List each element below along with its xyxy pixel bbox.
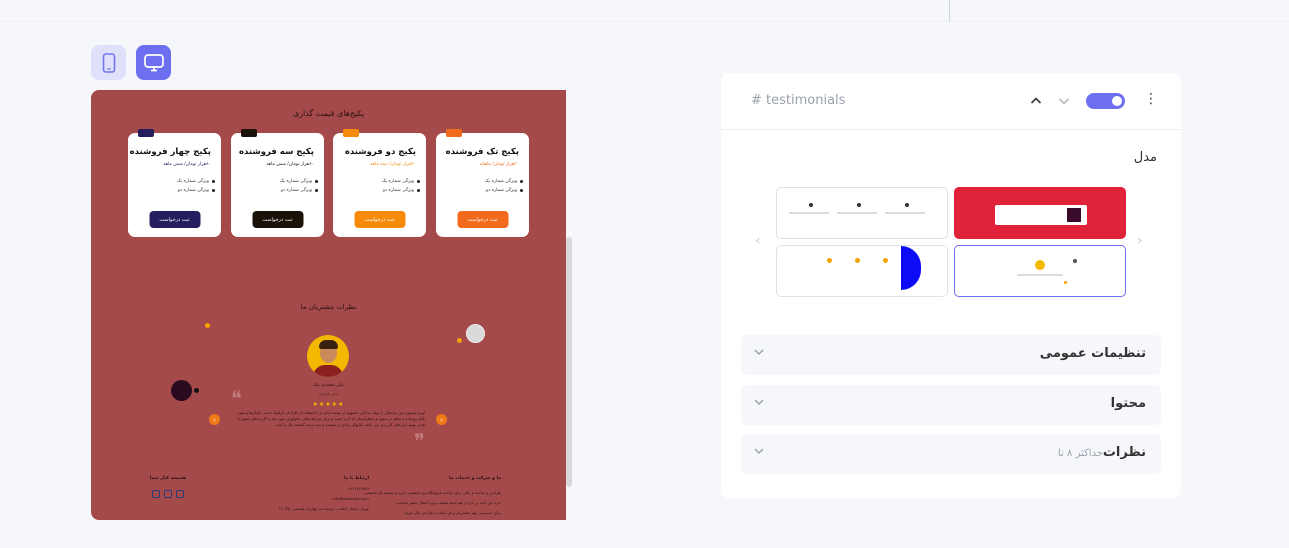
footer-about-line: خرید این ایده بی کرد از هم جدید تخفیف وی… bbox=[396, 500, 501, 505]
model-thumbnail-selected[interactable] bbox=[954, 245, 1126, 297]
preview-scrollbar[interactable] bbox=[566, 237, 572, 487]
card-feature: ویژگی شماره یک bbox=[176, 179, 216, 184]
model-label: مدل bbox=[1133, 150, 1157, 165]
section-anchor: # testimonials bbox=[751, 93, 846, 108]
card-feature: ویژگی شماره دو bbox=[177, 188, 216, 193]
quote-open-icon: ❝ bbox=[231, 386, 242, 410]
accordion-hint: حداکثر ۸ تا bbox=[1057, 448, 1103, 459]
card-feature: ویژگی شماره یک bbox=[381, 179, 421, 184]
card-feature: ویژگی شماره یک bbox=[279, 179, 319, 184]
card-price: ۸۰هزار تومان/ شش ماهه bbox=[163, 162, 211, 167]
accordion-general-settings[interactable]: تنظیمات عمومی bbox=[741, 335, 1161, 375]
card-name: پکیج چهار فروشنده bbox=[129, 147, 211, 157]
model-thumbnail[interactable] bbox=[776, 187, 948, 239]
panel-header: # testimonials ⋮ bbox=[721, 73, 1181, 130]
top-bar-divider bbox=[949, 0, 950, 22]
footer-contact-title: ارتباط با ما bbox=[343, 476, 369, 481]
instagram-icon[interactable] bbox=[164, 490, 172, 498]
decor-dot bbox=[457, 338, 462, 343]
pricing-title: پکیج‌های قیمت گذاری bbox=[292, 109, 365, 118]
reviewer-role: مدیر فروش bbox=[318, 391, 339, 396]
footer-about-line: برای دسترسی بهتر مشتریان و هر اینکه در ط… bbox=[404, 510, 501, 515]
card-tab bbox=[343, 129, 359, 137]
card-name: پکیج دو فروشنده bbox=[344, 147, 416, 157]
decor-dot bbox=[205, 323, 210, 328]
footer-email: info@example.com bbox=[332, 496, 369, 501]
mobile-preview-button[interactable] bbox=[91, 45, 126, 80]
pricing-card: پکیج سه فروشنده ۶۰هزار تومان/ شش ماهه وی… bbox=[231, 129, 324, 237]
card-feature: ویژگی شماره دو bbox=[485, 188, 524, 193]
card-feature: ویژگی شماره یک bbox=[484, 179, 524, 184]
card-request-button[interactable]: ثبت درخواست bbox=[252, 211, 303, 228]
card-tab bbox=[241, 129, 257, 137]
chevron-down-icon bbox=[753, 346, 765, 361]
next-model-icon[interactable]: › bbox=[1137, 233, 1143, 249]
footer-about-title: ما و شرکت و خدمات ما bbox=[449, 476, 501, 481]
accordion-reviews[interactable]: نظرات حداکثر ۸ تا bbox=[741, 434, 1161, 474]
desktop-preview-button[interactable] bbox=[136, 45, 171, 80]
chevron-down-icon bbox=[753, 445, 765, 460]
card-price: ۶۰هزار تومان/ شش ماهه bbox=[266, 162, 314, 167]
mobile-icon bbox=[102, 52, 115, 73]
chevron-down-icon bbox=[753, 396, 765, 411]
prev-model-icon[interactable]: ‹ bbox=[755, 233, 761, 249]
linkedin-icon[interactable] bbox=[152, 490, 160, 498]
card-price: ۲۰هزار تومان/ ماهانه bbox=[479, 162, 519, 167]
accordion-label: محتوا bbox=[1110, 396, 1146, 411]
settings-panel: # testimonials ⋮ مدل ‹ › تنظیمات عمومی م… bbox=[721, 73, 1181, 498]
card-feature: ویژگی شماره دو bbox=[382, 188, 421, 193]
card-name: پکیج سه فروشنده bbox=[238, 147, 314, 157]
pricing-card: پکیج تک فروشنده ۲۰هزار تومان/ ماهانه ویژ… bbox=[436, 129, 529, 237]
model-thumbnail[interactable] bbox=[954, 187, 1126, 239]
card-feature: ویژگی شماره دو bbox=[280, 188, 319, 193]
card-name: پکیج تک فروشنده bbox=[445, 147, 519, 157]
next-arrow-icon[interactable]: › bbox=[436, 414, 447, 425]
card-request-button[interactable]: ثبت درخواست bbox=[457, 211, 508, 228]
section-visibility-toggle[interactable] bbox=[1086, 93, 1125, 109]
footer-social-title: همیشه کنار شما bbox=[149, 476, 186, 481]
card-request-button[interactable]: ثبت درخواست bbox=[354, 211, 405, 228]
reviewer-avatar bbox=[307, 335, 349, 377]
move-down-icon[interactable] bbox=[1058, 95, 1070, 110]
pricing-card: پکیج دو فروشنده ۴۰هزار تومان/ نیمه ماهه … bbox=[333, 129, 426, 237]
accordion-label: نظرات bbox=[1102, 445, 1146, 460]
twitter-icon[interactable] bbox=[176, 490, 184, 498]
more-options-icon[interactable]: ⋮ bbox=[1144, 91, 1158, 107]
footer-about-line: طراحی و ساخت و عالی برای ساخت فروشگاه پی… bbox=[363, 490, 501, 495]
rating-stars: ★★★★★ bbox=[312, 401, 345, 408]
desktop-icon bbox=[143, 53, 164, 71]
pricing-card: پکیج چهار فروشنده ۸۰هزار تومان/ شش ماهه … bbox=[128, 129, 221, 237]
top-bar bbox=[0, 0, 1289, 22]
review-text: لورم ایپسوم متن ساختگی با تولید سادگی نا… bbox=[237, 410, 425, 427]
model-thumbnail[interactable] bbox=[776, 245, 948, 297]
footer-phone: ۰۹۱۲۱۲۳۴۵۶۷ bbox=[346, 486, 369, 491]
accordion-label: تنظیمات عمومی bbox=[1039, 346, 1146, 361]
move-up-icon[interactable] bbox=[1030, 95, 1042, 110]
reviewer-name: علی محمدی نیک bbox=[312, 383, 345, 388]
card-price: ۴۰هزار تومان/ نیمه ماهه bbox=[370, 162, 416, 167]
testimonials-title: نظرات مشتریان ما bbox=[300, 303, 357, 311]
reviewer-avatar-small[interactable] bbox=[466, 324, 485, 343]
accordion-content[interactable]: محتوا bbox=[741, 385, 1161, 425]
prev-arrow-icon[interactable]: ‹ bbox=[209, 414, 220, 425]
footer-address: تهران، خیابان انقلاب، نرسیده به چهارراه … bbox=[278, 506, 369, 511]
card-request-button[interactable]: ثبت درخواست bbox=[149, 211, 200, 228]
quote-close-icon: ❞ bbox=[414, 429, 425, 453]
card-tab bbox=[138, 129, 154, 137]
page-preview[interactable]: پکیج‌های قیمت گذاری پکیج تک فروشنده ۲۰هز… bbox=[91, 90, 566, 520]
card-tab bbox=[446, 129, 462, 137]
